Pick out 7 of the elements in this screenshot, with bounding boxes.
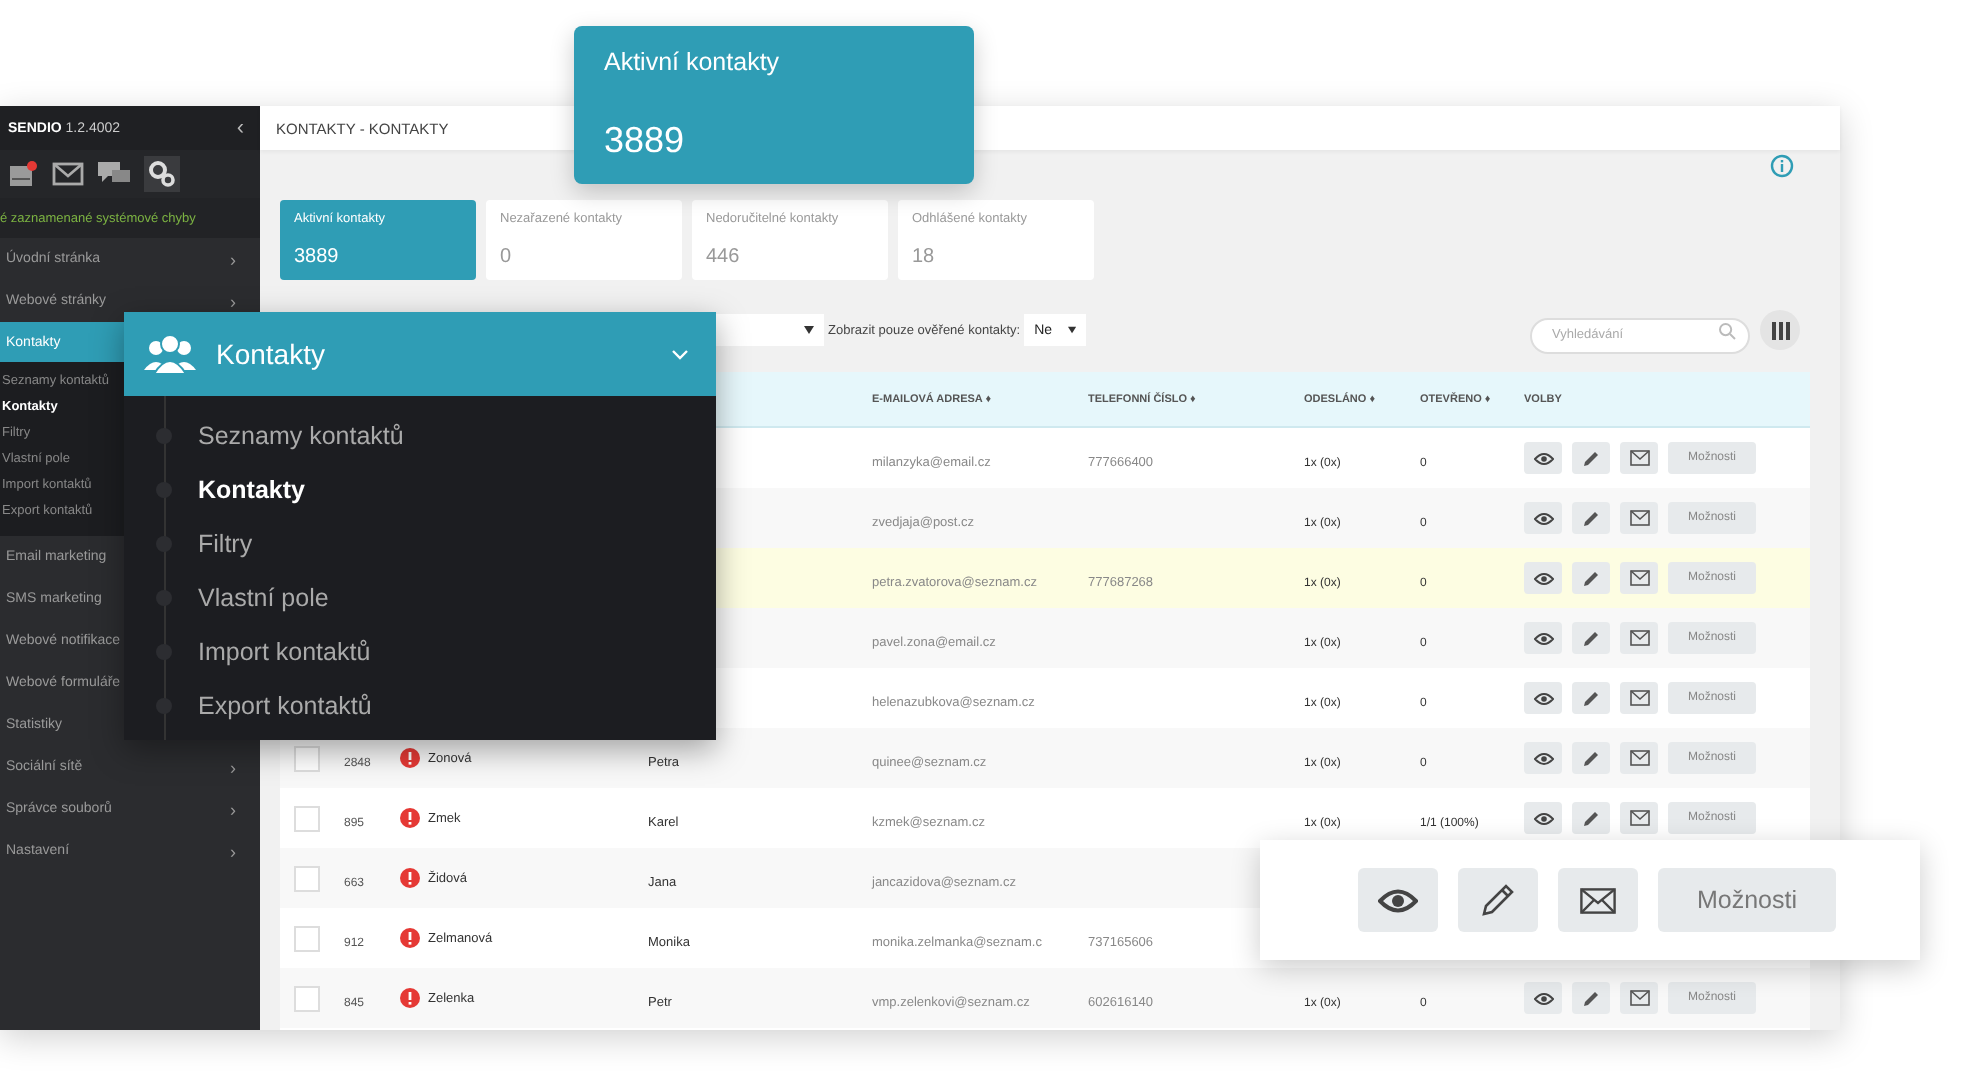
- stat-label: Aktivní kontakty: [604, 48, 782, 76]
- stat-value: 3889: [604, 120, 687, 162]
- stat-value: 446: [706, 246, 742, 268]
- menu-title: Kontakty: [216, 338, 327, 370]
- stat-value: 3889: [294, 246, 341, 268]
- stat-value: 18: [912, 246, 937, 268]
- stat-value: 0: [500, 246, 514, 268]
